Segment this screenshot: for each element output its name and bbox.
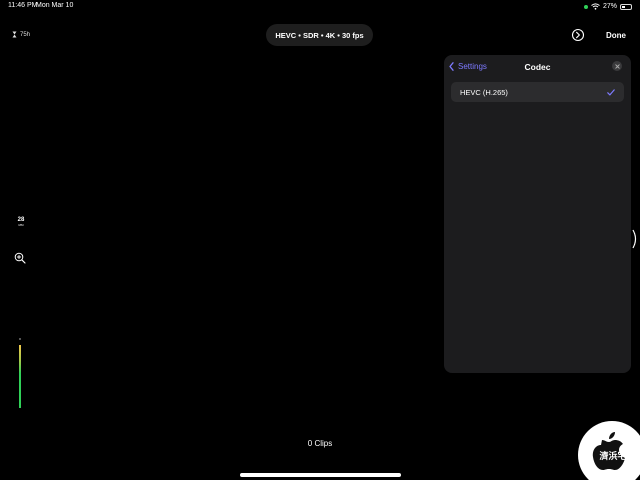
checkmark-icon xyxy=(607,88,615,95)
back-label: Settings xyxy=(458,62,487,71)
codec-option-hevc[interactable]: HEVC (H.265) xyxy=(451,82,624,102)
camera-in-use-dot xyxy=(583,4,588,9)
focal-length-unit: MM xyxy=(18,223,24,227)
remaining-time-label: 75h xyxy=(20,31,31,38)
settings-chevron-icon xyxy=(571,28,585,42)
format-label: HEVC • SDR • 4K • 30 fps xyxy=(275,30,364,40)
back-to-settings-button[interactable]: Settings xyxy=(449,62,487,71)
done-button[interactable]: Done xyxy=(606,31,626,40)
watermark-text: 濟浜宅 xyxy=(599,450,626,462)
zoom-button[interactable] xyxy=(14,251,26,264)
watermark-logo: 濟浜宅 xyxy=(578,421,640,480)
status-date: Mon Mar 10 xyxy=(36,2,74,9)
audio-level-meter xyxy=(19,345,21,408)
format-selector[interactable]: HEVC • SDR • 4K • 30 fps xyxy=(266,24,373,46)
hourglass-icon xyxy=(12,31,17,38)
battery-percent: 27% xyxy=(602,3,617,10)
focal-length-button[interactable]: 28 MM xyxy=(15,217,27,228)
status-time: 11:46 PM xyxy=(8,2,38,9)
codec-popover: Settings Codec HEVC (H.265) xyxy=(444,55,631,373)
status-indicators: 27% xyxy=(583,2,632,11)
remaining-time: 75h xyxy=(12,31,30,38)
record-button-edge[interactable] xyxy=(628,229,640,249)
clips-counter[interactable]: 0 Clips xyxy=(0,439,640,448)
zoom-in-icon xyxy=(14,252,26,264)
battery-icon xyxy=(620,3,632,10)
settings-button[interactable] xyxy=(571,28,585,42)
audio-meter-peak xyxy=(19,338,21,340)
camera-app-screen: 11:46 PM Mon Mar 10 27% 75h HEVC • SDR •… xyxy=(0,0,640,480)
codec-option-label: HEVC (H.265) xyxy=(460,87,508,97)
close-popover-button[interactable] xyxy=(612,61,622,71)
chevron-left-icon xyxy=(449,62,454,71)
close-icon xyxy=(614,63,620,69)
wifi-icon xyxy=(591,3,600,10)
home-indicator xyxy=(240,473,401,477)
